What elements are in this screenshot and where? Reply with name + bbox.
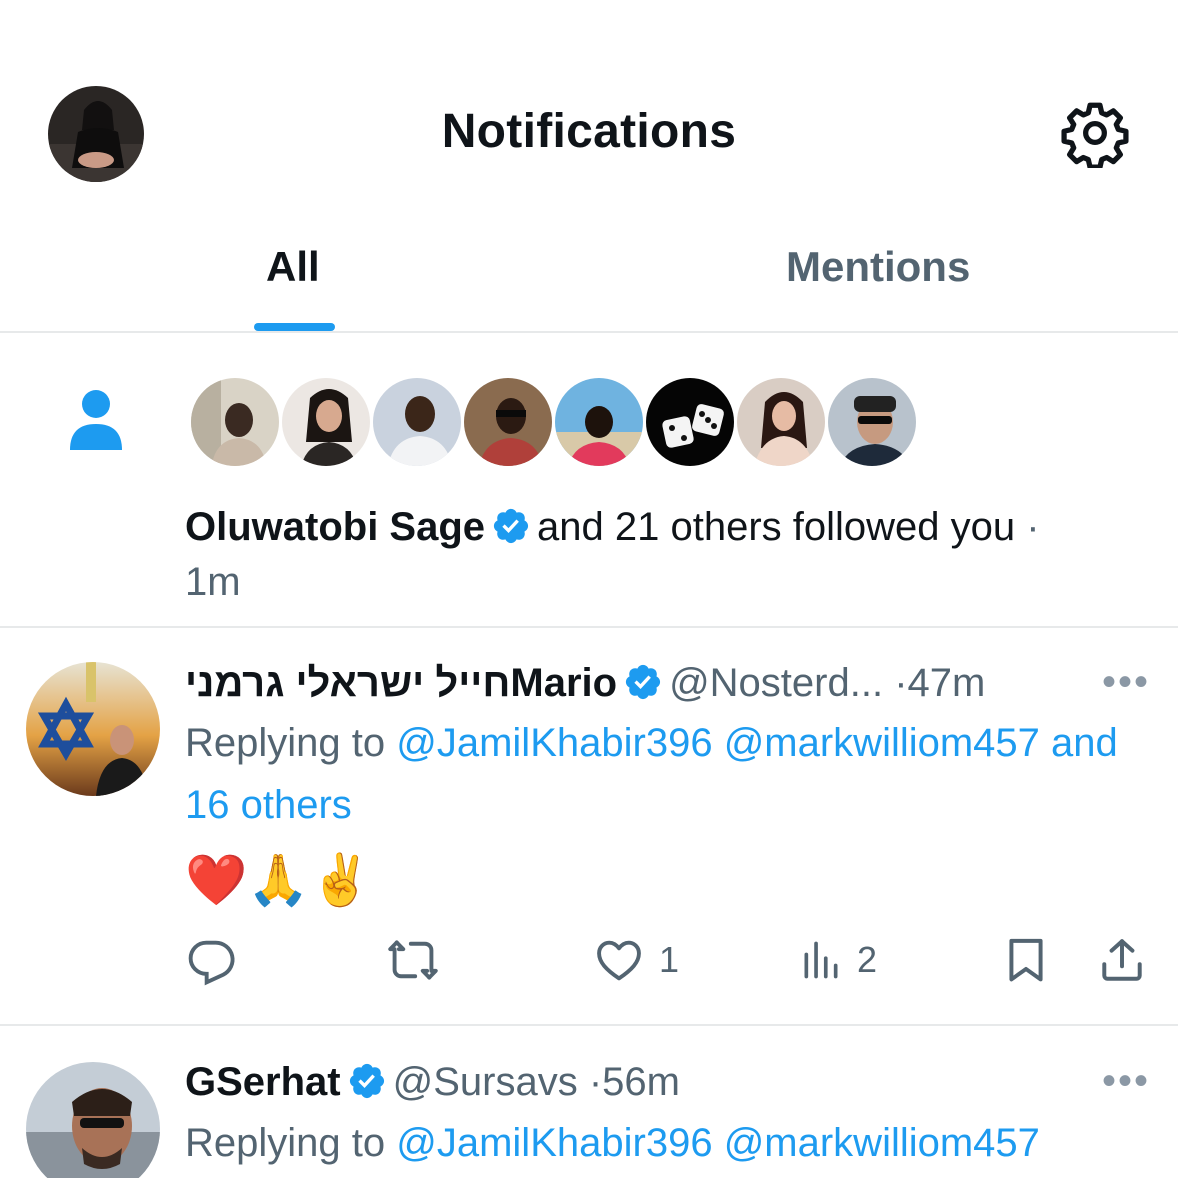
mention-link[interactable]: @markwilliom457 xyxy=(724,1121,1040,1165)
follower-avatar[interactable] xyxy=(279,375,373,469)
more-options-icon[interactable]: ••• xyxy=(1102,1061,1150,1101)
replying-to-label: Replying to xyxy=(185,1121,386,1165)
follower-avatar[interactable] xyxy=(734,375,828,469)
verified-badge-icon xyxy=(625,665,661,700)
bookmark-icon xyxy=(1009,938,1043,982)
separator-dot: · xyxy=(894,661,908,705)
mention-link[interactable]: @markwilliom457 xyxy=(724,721,1040,765)
gear-icon[interactable] xyxy=(1060,98,1130,170)
mention-link[interactable]: @JamilKhabir396 xyxy=(396,721,712,765)
follower-name[interactable]: Oluwatobi Sage xyxy=(185,505,485,549)
separator-dot: · xyxy=(588,1060,603,1104)
top-bar: Notifications xyxy=(0,0,1178,205)
timestamp: 1m xyxy=(185,560,241,604)
follower-avatar[interactable] xyxy=(643,375,737,469)
author-name[interactable]: GSerhat xyxy=(185,1060,341,1104)
author-handle[interactable]: @Sursavs xyxy=(393,1060,578,1104)
verified-badge-icon xyxy=(493,509,529,544)
replying-to: Replying to @JamilKhabir396 @markwilliom… xyxy=(185,1112,1165,1174)
views-chart-icon xyxy=(804,941,838,979)
mention-link[interactable]: @JamilKhabir396 xyxy=(396,1121,712,1165)
share-icon xyxy=(1102,939,1142,981)
reply-icon xyxy=(188,940,235,986)
tweet-header: חייל ישראלי גרמניMario @Nosterd... ·47m xyxy=(185,660,985,706)
more-options-icon[interactable]: ••• xyxy=(1102,662,1150,702)
tweet-actions: 1 2 xyxy=(185,925,1155,995)
views-count: 2 xyxy=(857,939,878,980)
follower-avatar[interactable] xyxy=(825,375,919,469)
tweet-header: GSerhat @Sursavs ·56m xyxy=(185,1059,680,1105)
heart-icon xyxy=(597,940,641,981)
reply-button[interactable] xyxy=(185,925,251,995)
timestamp[interactable]: 47m xyxy=(908,661,986,705)
like-button[interactable]: 1 xyxy=(593,925,679,995)
timestamp[interactable]: 56m xyxy=(602,1060,680,1104)
tweet-author-avatar[interactable] xyxy=(26,662,160,796)
views-button[interactable]: 2 xyxy=(799,925,877,995)
retweet-button[interactable] xyxy=(385,925,455,995)
author-name[interactable]: חייל ישראלי גרמניMario xyxy=(185,661,617,705)
separator-dot: · xyxy=(1026,505,1040,549)
follower-avatar[interactable] xyxy=(188,375,282,469)
replying-to-label: Replying to xyxy=(185,721,386,765)
replying-to: Replying to @JamilKhabir396 @markwilliom… xyxy=(185,712,1165,836)
active-tab-indicator xyxy=(254,323,335,331)
share-button[interactable] xyxy=(1097,925,1147,995)
verified-badge-icon xyxy=(349,1064,384,1099)
person-icon xyxy=(68,388,124,457)
follower-avatars xyxy=(188,375,919,469)
follower-avatar[interactable] xyxy=(370,375,464,469)
follow-notification-text: Oluwatobi Sage and 21 others followed you… xyxy=(185,500,1160,610)
follower-avatar[interactable] xyxy=(461,375,555,469)
tab-mentions[interactable]: Mentions xyxy=(786,243,970,291)
follower-avatar[interactable] xyxy=(552,375,646,469)
page-title: Notifications xyxy=(441,105,737,158)
follow-description: and 21 others followed you xyxy=(537,505,1016,549)
tab-all[interactable]: All xyxy=(266,243,320,291)
like-count: 1 xyxy=(659,939,680,980)
notification-tabs: All Mentions xyxy=(0,215,1178,333)
author-handle[interactable]: @Nosterd... xyxy=(669,661,883,705)
tweet-text: ❤️🙏✌️ xyxy=(185,851,372,909)
retweet-icon xyxy=(388,940,438,980)
bookmark-button[interactable] xyxy=(1001,925,1051,995)
